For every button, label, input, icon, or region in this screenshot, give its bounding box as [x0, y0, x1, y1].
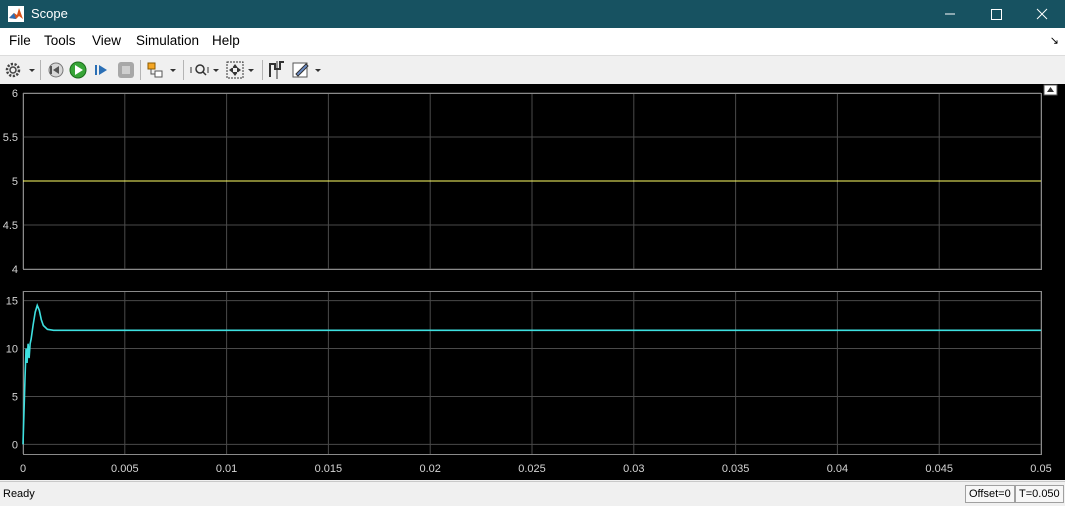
style-button[interactable] — [291, 59, 325, 81]
x-tick-label: 0.04 — [827, 463, 848, 475]
stop-icon — [118, 62, 134, 78]
toolbar-separator — [262, 60, 263, 80]
minimize-icon — [945, 13, 955, 15]
plot-panel-1: 4 4.5 5 5.5 6 — [3, 88, 1042, 276]
status-time: T=0.050 — [1015, 485, 1064, 503]
step-back-button[interactable] — [45, 59, 65, 81]
status-bar: Ready Offset=0 T=0.050 — [0, 481, 1065, 506]
zoom-button[interactable] — [189, 59, 223, 81]
fit-view-button[interactable] — [224, 59, 258, 81]
step-forward-icon — [95, 65, 107, 75]
y-tick-label: 4 — [12, 264, 18, 276]
x-tick-label: 0.05 — [1030, 463, 1051, 475]
matlab-logo-icon — [8, 6, 24, 22]
highlight-block-button[interactable] — [146, 59, 180, 81]
step-back-icon — [48, 62, 64, 78]
x-tick-label: 0.005 — [111, 463, 139, 475]
toolbar-separator — [183, 60, 184, 80]
stop-button[interactable] — [116, 59, 136, 81]
window-title: Scope — [31, 6, 68, 21]
toolbar-separator — [140, 60, 141, 80]
fit-view-icon — [226, 61, 254, 79]
maximize-icon — [991, 9, 1002, 20]
menu-file[interactable]: File — [9, 33, 31, 48]
x-tick-label: 0.035 — [722, 463, 750, 475]
y-tick-label: 15 — [6, 296, 18, 308]
toolbar — [0, 55, 1065, 85]
gear-icon — [5, 62, 35, 78]
x-tick-label: 0.025 — [518, 463, 546, 475]
status-offset: Offset=0 — [965, 485, 1015, 503]
menu-help[interactable]: Help — [212, 33, 240, 48]
step-forward-button[interactable] — [92, 59, 112, 81]
x-tick-label: 0.03 — [623, 463, 644, 475]
cursor-measurements-icon — [269, 61, 284, 79]
status-ready: Ready — [3, 488, 35, 500]
x-tick-label: 0.015 — [315, 463, 343, 475]
menu-simulation[interactable]: Simulation — [136, 33, 199, 48]
menu-view[interactable]: View — [92, 33, 121, 48]
maximize-button[interactable] — [973, 0, 1019, 28]
close-button[interactable] — [1019, 0, 1065, 28]
title-bar: Scope — [0, 0, 1065, 28]
x-tick-label: 0.045 — [925, 463, 953, 475]
settings-button[interactable] — [4, 59, 38, 81]
y-tick-label: 6 — [12, 88, 18, 100]
y-tick-label: 5 — [12, 176, 18, 188]
x-tick-label: 0.01 — [216, 463, 237, 475]
y-tick-label: 5 — [12, 391, 18, 403]
run-icon — [69, 61, 87, 79]
y-tick-label: 4.5 — [3, 220, 18, 232]
menu-tools[interactable]: Tools — [44, 33, 76, 48]
cursor-measurements-button[interactable] — [267, 59, 287, 81]
x-tick-label: 0.02 — [419, 463, 440, 475]
style-icon — [292, 62, 321, 78]
x-tick-label: 0 — [20, 463, 26, 475]
y-tick-label: 0 — [12, 439, 18, 451]
scope-plots: 44.555.560510150 0.005 0.01 0.015 0.02 0.025 0… — [3, 84, 1058, 475]
close-icon — [1036, 8, 1048, 20]
dock-arrow-icon[interactable]: ↘ — [1050, 34, 1059, 47]
undock-button[interactable] — [1043, 84, 1058, 96]
scope-display: 4 4.5 5 5.5 6 0 5 10 15 0 0.005 0.01 0.015 0.02 0.025 0… — [0, 84, 1065, 480]
menu-bar: File Tools View Simulation Help ↘ — [0, 28, 1065, 55]
y-tick-label: 10 — [6, 344, 18, 356]
plot-panel-2: 0 5 10 15 0 0.005 0.01 0.015 0.02 0.025 0.03 0.035 0… — [6, 291, 1052, 475]
run-button[interactable] — [68, 59, 88, 81]
highlight-block-icon — [147, 62, 176, 78]
toolbar-separator — [40, 60, 41, 80]
minimize-button[interactable] — [927, 0, 973, 28]
y-tick-label: 5.5 — [3, 132, 18, 144]
zoom-icon — [190, 64, 219, 76]
